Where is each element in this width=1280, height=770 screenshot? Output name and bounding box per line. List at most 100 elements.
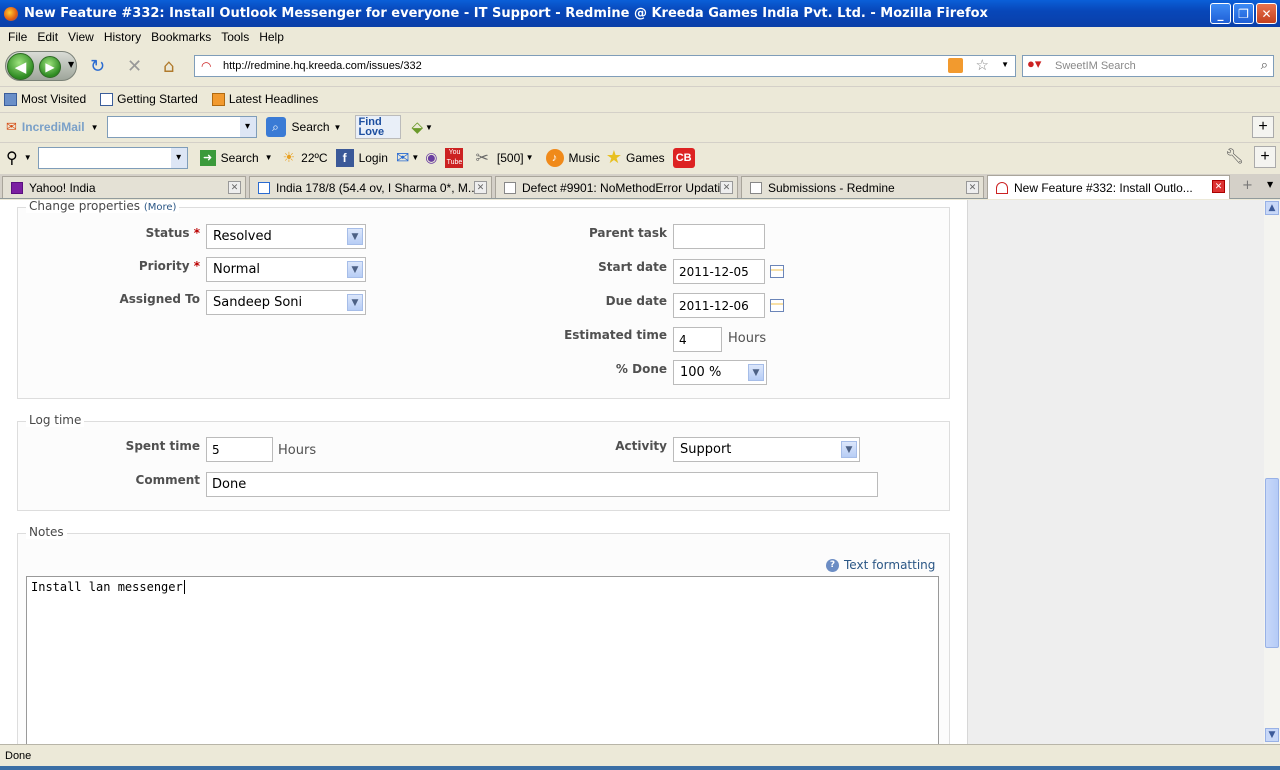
toolbar-search-button[interactable]: Search bbox=[221, 151, 259, 165]
page-content: Change properties (More) Status * Resolv… bbox=[0, 200, 1264, 744]
temperature-label[interactable]: 22ºC bbox=[301, 151, 327, 165]
estimated-time-input[interactable]: 4 bbox=[673, 327, 722, 352]
menu-file[interactable]: File bbox=[3, 30, 32, 44]
music-icon[interactable]: ♪ bbox=[545, 148, 564, 167]
tab-label: India 178/8 (54.4 ov, I Sharma 0*, M... bbox=[276, 180, 478, 195]
stop-icon[interactable]: ✕ bbox=[127, 56, 142, 77]
more-link[interactable]: (More) bbox=[144, 202, 177, 213]
bookmark-most-visited[interactable]: Most Visited bbox=[4, 92, 86, 106]
maximize-button[interactable]: ❐ bbox=[1233, 3, 1254, 24]
wrench-icon[interactable]: 🔧︎ bbox=[1225, 147, 1244, 165]
mail-icon[interactable]: ✉ bbox=[396, 148, 409, 168]
facebook-icon[interactable]: f bbox=[335, 148, 354, 167]
widget-icon[interactable]: ✂ bbox=[475, 148, 488, 168]
notes-textarea[interactable]: Install lan messenger bbox=[26, 576, 939, 744]
bookmark-latest-headlines[interactable]: Latest Headlines bbox=[211, 92, 318, 106]
chevron-down-icon: ▼ bbox=[347, 294, 363, 311]
menu-view[interactable]: View bbox=[63, 30, 99, 44]
search-options-icon[interactable]: ▼ bbox=[265, 153, 273, 162]
menu-tools[interactable]: Tools bbox=[216, 30, 254, 44]
vertical-scrollbar[interactable]: ▲ ▼ bbox=[1264, 200, 1280, 744]
menu-bookmarks[interactable]: Bookmarks bbox=[146, 30, 216, 44]
search-icon[interactable]: ⌕ bbox=[1261, 57, 1268, 73]
toolbar-search-input[interactable] bbox=[37, 146, 188, 169]
assigned-to-select[interactable]: Sandeep Soni ▼ bbox=[206, 290, 366, 315]
reload-icon[interactable]: ↻ bbox=[90, 56, 105, 77]
add-toolbar-button[interactable]: + bbox=[1252, 116, 1274, 138]
search-dropdown-icon[interactable]: ▼ bbox=[24, 153, 32, 162]
tab-cricket[interactable]: India 178/8 (54.4 ov, I Sharma 0*, M... ✕ bbox=[249, 176, 492, 198]
menu-edit[interactable]: Edit bbox=[32, 30, 63, 44]
incredimail-search-input[interactable] bbox=[106, 116, 257, 138]
menu-history[interactable]: History bbox=[99, 30, 146, 44]
calendar-icon[interactable] bbox=[770, 299, 784, 312]
incredimail-dropdown-icon[interactable]: ▼ bbox=[91, 123, 99, 132]
rss-icon[interactable] bbox=[948, 58, 963, 73]
text-formatting-link[interactable]: ? Text formatting bbox=[826, 558, 935, 572]
sweetim-icon[interactable]: ●▾ bbox=[1027, 56, 1049, 76]
close-window-button[interactable]: ✕ bbox=[1256, 3, 1277, 24]
tag-icon[interactable]: ⬙ bbox=[411, 118, 423, 136]
close-tab-icon[interactable]: ✕ bbox=[720, 181, 733, 194]
home-icon[interactable]: ⌂ bbox=[163, 56, 174, 77]
url-dropdown-icon[interactable]: ▼ bbox=[1001, 60, 1009, 69]
due-date-input[interactable]: 2011-12-06 bbox=[673, 293, 765, 318]
magnifier-icon[interactable]: ⌕ bbox=[265, 117, 286, 137]
start-date-input[interactable]: 2011-12-05 bbox=[673, 259, 765, 284]
search-dropdown-icon[interactable]: ▼ bbox=[334, 123, 342, 132]
percent-done-select[interactable]: 100 % ▼ bbox=[673, 360, 767, 385]
search-bar[interactable]: ●▾ SweetIM Search ⌕ bbox=[1022, 55, 1274, 77]
page-icon bbox=[750, 181, 762, 194]
redmine-icon bbox=[996, 181, 1008, 194]
calendar-icon[interactable] bbox=[770, 265, 784, 278]
minimize-button[interactable]: _ bbox=[1210, 3, 1231, 24]
go-arrow-icon[interactable]: ➜ bbox=[199, 149, 216, 166]
history-dropdown-icon[interactable]: ▼ bbox=[68, 60, 74, 69]
bookmark-getting-started[interactable]: Getting Started bbox=[100, 92, 198, 106]
find-love-button[interactable]: Find Love bbox=[355, 115, 402, 139]
incredimail-toolbar: ✉ IncrediMail ▼ ⌕ Search ▼ Find Love ⬙ ▼… bbox=[0, 112, 1280, 141]
incredimail-search-button[interactable]: Search bbox=[292, 120, 330, 134]
log-time-legend: Log time bbox=[26, 413, 85, 427]
menu-help[interactable]: Help bbox=[254, 30, 289, 44]
forward-button[interactable]: ▶ bbox=[39, 56, 61, 78]
login-button[interactable]: Login bbox=[359, 151, 388, 165]
priority-value: Normal bbox=[213, 262, 261, 277]
youtube-icon[interactable]: You Tube bbox=[445, 147, 464, 168]
new-tab-icon[interactable]: + bbox=[1242, 178, 1253, 193]
music-button[interactable]: Music bbox=[569, 151, 600, 165]
status-select[interactable]: Resolved ▼ bbox=[206, 224, 366, 249]
close-tab-icon[interactable]: ✕ bbox=[966, 181, 979, 194]
tab-list-icon[interactable]: ▼ bbox=[1267, 180, 1273, 189]
activity-select[interactable]: Support ▼ bbox=[673, 437, 860, 462]
tab-new-feature[interactable]: New Feature #332: Install Outlo... ✕ bbox=[987, 175, 1230, 199]
cb-button[interactable]: CB bbox=[672, 147, 695, 168]
back-button[interactable]: ◀ bbox=[7, 53, 34, 80]
spent-time-input[interactable]: 5 bbox=[206, 437, 273, 462]
help-icon: ? bbox=[826, 558, 839, 572]
incredimail-brand[interactable]: IncrediMail bbox=[22, 120, 85, 134]
star-icon[interactable]: ★ bbox=[606, 147, 622, 168]
scroll-down-icon[interactable]: ▼ bbox=[1265, 728, 1279, 742]
scroll-up-icon[interactable]: ▲ bbox=[1265, 201, 1279, 215]
comment-input[interactable]: Done bbox=[206, 472, 878, 497]
priority-select[interactable]: Normal ▼ bbox=[206, 257, 366, 282]
tab-submissions[interactable]: Submissions - Redmine ✕ bbox=[741, 176, 984, 198]
tag-dropdown-icon[interactable]: ▼ bbox=[425, 123, 433, 132]
scroll-thumb[interactable] bbox=[1265, 478, 1279, 648]
tab-yahoo[interactable]: Yahoo! India ✕ bbox=[2, 176, 246, 198]
games-button[interactable]: Games bbox=[626, 151, 665, 165]
parent-task-input[interactable] bbox=[673, 224, 765, 249]
close-tab-icon[interactable]: ✕ bbox=[474, 181, 487, 194]
close-tab-icon[interactable]: ✕ bbox=[228, 181, 241, 194]
tab-defect[interactable]: Defect #9901: NoMethodError Updati... ✕ bbox=[495, 176, 738, 198]
close-tab-icon[interactable]: ✕ bbox=[1212, 180, 1225, 193]
count-dropdown-icon[interactable]: ▼ bbox=[526, 153, 534, 162]
bookmark-star-icon[interactable]: ☆ bbox=[976, 56, 989, 74]
mail-dropdown-icon[interactable]: ▼ bbox=[411, 153, 419, 162]
address-bar[interactable]: ◠ http://redmine.hq.kreeda.com/issues/33… bbox=[194, 55, 1016, 77]
add-toolbar-button[interactable]: + bbox=[1254, 146, 1276, 168]
search-icon[interactable]: ⚲ bbox=[6, 148, 18, 168]
radio-icon[interactable]: ◉ bbox=[425, 149, 437, 166]
notification-count[interactable]: [500] bbox=[497, 151, 524, 165]
